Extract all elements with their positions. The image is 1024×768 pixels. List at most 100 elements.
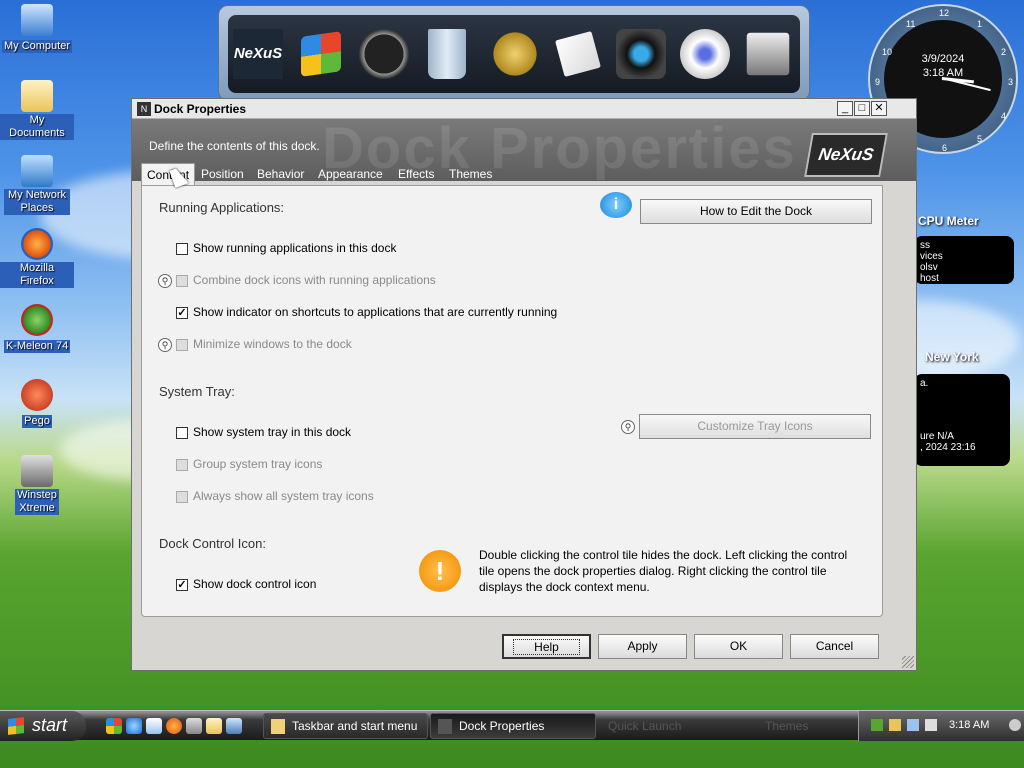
resize-grip[interactable] [902, 656, 914, 668]
window-switch-icon[interactable] [146, 718, 162, 734]
checkbox[interactable] [176, 243, 188, 255]
desktop-icon-label: My Network Places [4, 189, 70, 215]
option-label: Show dock control icon [193, 577, 317, 591]
winstep-icon [21, 455, 53, 487]
help-button-label: Help [513, 639, 580, 655]
desktop-icon-winstep-xtreme[interactable]: Winstep Xtreme [0, 455, 74, 515]
nexus-tray-icon[interactable] [925, 719, 937, 731]
volume-tray-icon[interactable] [907, 719, 919, 731]
firefox-icon [21, 228, 53, 260]
search-icon[interactable] [206, 718, 222, 734]
windows-quicklaunch-icon[interactable] [106, 718, 122, 734]
tab-effects[interactable]: Effects [393, 163, 439, 185]
camera-icon[interactable] [616, 29, 666, 79]
clock-number: 10 [882, 47, 893, 57]
nexus-logo-icon[interactable]: NeXuS [233, 29, 283, 79]
customize-tray-icons-button[interactable]: Customize Tray Icons [639, 414, 871, 439]
taskbar-item-taskbar-start-menu[interactable]: Taskbar and start menu [263, 713, 428, 739]
dock: NeXuS [218, 5, 810, 101]
checkbox[interactable]: ✓ [176, 307, 188, 319]
cpu-line: host [920, 273, 939, 284]
desktop-icon-my-computer[interactable]: My Computer [0, 4, 74, 53]
desktop-icon-my-network-places[interactable]: My Network Places [0, 155, 74, 215]
network-tray-icon[interactable] [871, 719, 883, 731]
media-player-icon[interactable] [680, 29, 730, 79]
desktop-icon-label: My Computer [1, 40, 73, 53]
weather-box: a. ure N/A , 2024 23:16 [914, 374, 1010, 466]
dialog-title: Dock Properties [154, 102, 247, 116]
computer-icon [21, 4, 53, 36]
cpu-line: olsv [920, 262, 938, 273]
info-icon: i [600, 192, 632, 218]
content-panel: Running Applications: i How to Edit the … [141, 185, 883, 617]
firefox-quicklaunch-icon[interactable] [166, 718, 182, 734]
show-desktop-icon[interactable] [1009, 719, 1021, 731]
desktop-icon-label: K-Meleon 74 [3, 340, 71, 353]
how-to-edit-dock-button[interactable]: How to Edit the Dock [640, 199, 872, 224]
nexus-icon: N [137, 102, 151, 116]
start-button[interactable]: start [0, 711, 86, 741]
airplane-icon[interactable] [226, 718, 242, 734]
task-label: Taskbar and start menu [292, 719, 418, 733]
desktop-icon-firefox[interactable]: Mozilla Firefox [0, 228, 74, 288]
folder-icon [21, 80, 53, 112]
close-button[interactable]: ✕ [871, 101, 887, 116]
option-label: Group system tray icons [193, 457, 323, 471]
quick-launch-label: Quick Launch [608, 719, 682, 733]
system-tray-heading: System Tray: [159, 384, 235, 399]
desktop-icon-label: Mozilla Firefox [0, 262, 74, 288]
checkbox[interactable] [176, 427, 188, 439]
checkbox[interactable] [176, 339, 188, 351]
warning-icon: ! [419, 550, 461, 592]
clock-date: 3/9/2024 3:18 AM [884, 52, 1002, 80]
checkbox[interactable] [176, 491, 188, 503]
clock-number: 3 [1008, 77, 1014, 87]
option-label: Always show all system tray icons [193, 489, 374, 503]
windows-start-icon[interactable] [301, 31, 341, 77]
internet-explorer-icon[interactable] [126, 718, 142, 734]
cpu-line: vices [920, 251, 943, 262]
locked-option-icon: ⚲ [621, 420, 635, 434]
help-button[interactable]: Help [502, 634, 591, 659]
nexus-icon [438, 719, 452, 734]
tab-position[interactable]: Position [196, 163, 249, 185]
control-info-text: Double clicking the control tile hides t… [479, 548, 848, 594]
dialog-titlebar[interactable]: N Dock Properties _ □ ✕ [132, 99, 916, 119]
desktop-icon-pego[interactable]: Pego [0, 379, 74, 428]
internet-icon[interactable] [490, 29, 540, 79]
desktop-icon-label: My Documents [0, 114, 74, 140]
clock-icon[interactable] [359, 29, 409, 79]
cpu-meter-box: ss vices olsv host [914, 236, 1014, 284]
ok-button[interactable]: OK [694, 634, 783, 659]
desktop-icon-label: Winstep Xtreme [15, 489, 59, 515]
weather-line: ure N/A [920, 431, 954, 442]
maximize-button[interactable]: □ [854, 101, 870, 116]
application-icon[interactable] [186, 718, 202, 734]
desktop-icon-label: Pego [22, 415, 52, 428]
control-panel-icon[interactable] [746, 32, 790, 76]
shield-tray-icon[interactable] [889, 719, 901, 731]
checkbox[interactable]: ✓ [176, 579, 188, 591]
option-label: Minimize windows to the dock [193, 337, 352, 351]
dialog-header: Dock Properties Define the contents of t… [132, 119, 916, 181]
recycle-bin-icon[interactable] [428, 29, 466, 79]
checkbox[interactable] [176, 275, 188, 287]
weather-line: a. [920, 378, 929, 389]
tab-themes[interactable]: Themes [444, 163, 497, 185]
minimize-button[interactable]: _ [837, 101, 853, 116]
option-label: Show indicator on shortcuts to applicati… [193, 305, 558, 319]
mail-icon[interactable] [555, 31, 601, 77]
desktop-icon-k-meleon[interactable]: K-Meleon 74 [0, 304, 74, 353]
tab-behavior[interactable]: Behavior [252, 163, 309, 185]
dialog-description: Define the contents of this dock. [149, 139, 320, 153]
taskbar: start Taskbar and start menu Dock Proper… [0, 710, 1024, 741]
cpu-meter-title: CPU Meter [918, 214, 979, 228]
nexus-logo: NeXuS [804, 133, 888, 177]
taskbar-item-dock-properties[interactable]: Dock Properties [430, 713, 596, 739]
tray-clock[interactable]: 3:18 AM [949, 719, 989, 731]
desktop-icon-my-documents[interactable]: My Documents [0, 80, 74, 140]
tab-appearance[interactable]: Appearance [313, 163, 388, 185]
apply-button[interactable]: Apply [598, 634, 687, 659]
checkbox[interactable] [176, 459, 188, 471]
cancel-button[interactable]: Cancel [790, 634, 879, 659]
